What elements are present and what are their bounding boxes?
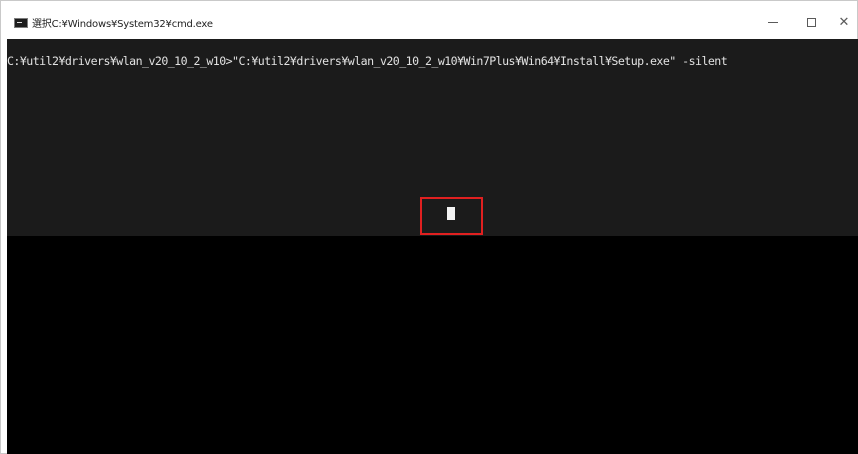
title-bar[interactable]: 選択C:¥Windows¥System32¥cmd.exe ✕	[1, 1, 857, 39]
command-line: C:¥util2¥drivers¥wlan_v20_10_2_w10>"C:¥u…	[7, 54, 728, 68]
console-area[interactable]: C:¥util2¥drivers¥wlan_v20_10_2_w10>"C:¥u…	[7, 39, 858, 454]
cmd-window: 選択C:¥Windows¥System32¥cmd.exe ✕ C:¥util2…	[0, 0, 858, 454]
close-icon: ✕	[838, 14, 850, 30]
maximize-button[interactable]	[791, 9, 831, 35]
window-title: 選択C:¥Windows¥System32¥cmd.exe	[32, 19, 213, 30]
cmd-app-icon[interactable]	[14, 18, 28, 28]
minimize-icon	[768, 21, 778, 23]
minimize-button[interactable]	[753, 9, 793, 35]
close-button[interactable]: ✕	[830, 9, 858, 35]
text-cursor	[447, 207, 455, 220]
maximize-icon	[806, 17, 816, 27]
